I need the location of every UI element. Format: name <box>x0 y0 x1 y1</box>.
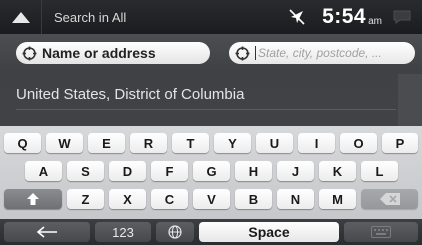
key-x[interactable]: X <box>109 189 146 209</box>
space-button[interactable]: Space <box>199 222 339 242</box>
key-t[interactable]: T <box>172 133 209 153</box>
screen-title: Search in All <box>54 9 127 25</box>
key-v[interactable]: V <box>193 189 230 209</box>
key-p[interactable]: P <box>382 133 418 153</box>
backspace-icon <box>379 193 400 205</box>
key-e[interactable]: E <box>88 133 125 153</box>
crosshair-icon <box>16 46 42 61</box>
name-or-address-label: Name or address <box>42 45 156 61</box>
key-w[interactable]: W <box>46 133 83 153</box>
key-n[interactable]: N <box>277 189 314 209</box>
search-area: Name or address State, city, postcode, .… <box>0 34 422 126</box>
location-result[interactable]: United States, District of Columbia <box>16 80 396 110</box>
keyboard-icon <box>371 226 391 238</box>
key-b[interactable]: B <box>235 189 272 209</box>
back-button[interactable] <box>0 0 42 34</box>
state-city-postcode-field[interactable]: State, city, postcode, ... <box>229 42 415 64</box>
key-q[interactable]: Q <box>4 133 41 153</box>
key-u[interactable]: U <box>256 133 293 153</box>
key-l[interactable]: L <box>361 161 398 181</box>
key-d[interactable]: D <box>109 161 146 181</box>
up-arrow-icon <box>11 11 30 23</box>
key-c[interactable]: C <box>151 189 188 209</box>
scroll-strip[interactable] <box>398 74 422 126</box>
top-bar: Search in All 5:54 am <box>0 0 422 34</box>
keyboard-hide-button[interactable] <box>344 222 418 242</box>
crosshair-icon <box>229 46 255 61</box>
key-f[interactable]: F <box>151 161 188 181</box>
key-a[interactable]: A <box>25 161 62 181</box>
gps-off-icon <box>286 7 308 27</box>
key-z[interactable]: Z <box>67 189 104 209</box>
clock-time: 5:54 <box>322 5 367 28</box>
key-m[interactable]: M <box>319 189 356 209</box>
globe-icon <box>168 225 182 239</box>
key-y[interactable]: Y <box>214 133 251 153</box>
state-city-postcode-placeholder: State, city, postcode, ... <box>258 46 382 60</box>
name-or-address-field[interactable]: Name or address <box>16 42 210 64</box>
key-k[interactable]: K <box>319 161 356 181</box>
shift-arrow-icon <box>27 193 39 205</box>
message-icon[interactable] <box>382 0 422 34</box>
key-i[interactable]: I <box>298 133 335 153</box>
keyboard: Q W E R T Y U I O P A S D F G H J K L Z … <box>0 126 422 245</box>
key-j[interactable]: J <box>277 161 314 181</box>
key-r[interactable]: R <box>130 133 167 153</box>
backspace-button[interactable] <box>361 189 418 209</box>
language-button[interactable] <box>156 222 194 242</box>
back-arrow-button[interactable] <box>4 222 90 242</box>
key-h[interactable]: H <box>235 161 272 181</box>
text-cursor <box>255 46 256 60</box>
shift-button[interactable] <box>4 189 62 209</box>
left-arrow-icon <box>36 226 57 238</box>
key-g[interactable]: G <box>193 161 230 181</box>
keyboard-bottom-row: 123 Space <box>0 219 422 245</box>
clock-ampm: am <box>368 15 382 27</box>
numbers-button[interactable]: 123 <box>95 222 151 242</box>
key-s[interactable]: S <box>67 161 104 181</box>
key-o[interactable]: O <box>340 133 377 153</box>
